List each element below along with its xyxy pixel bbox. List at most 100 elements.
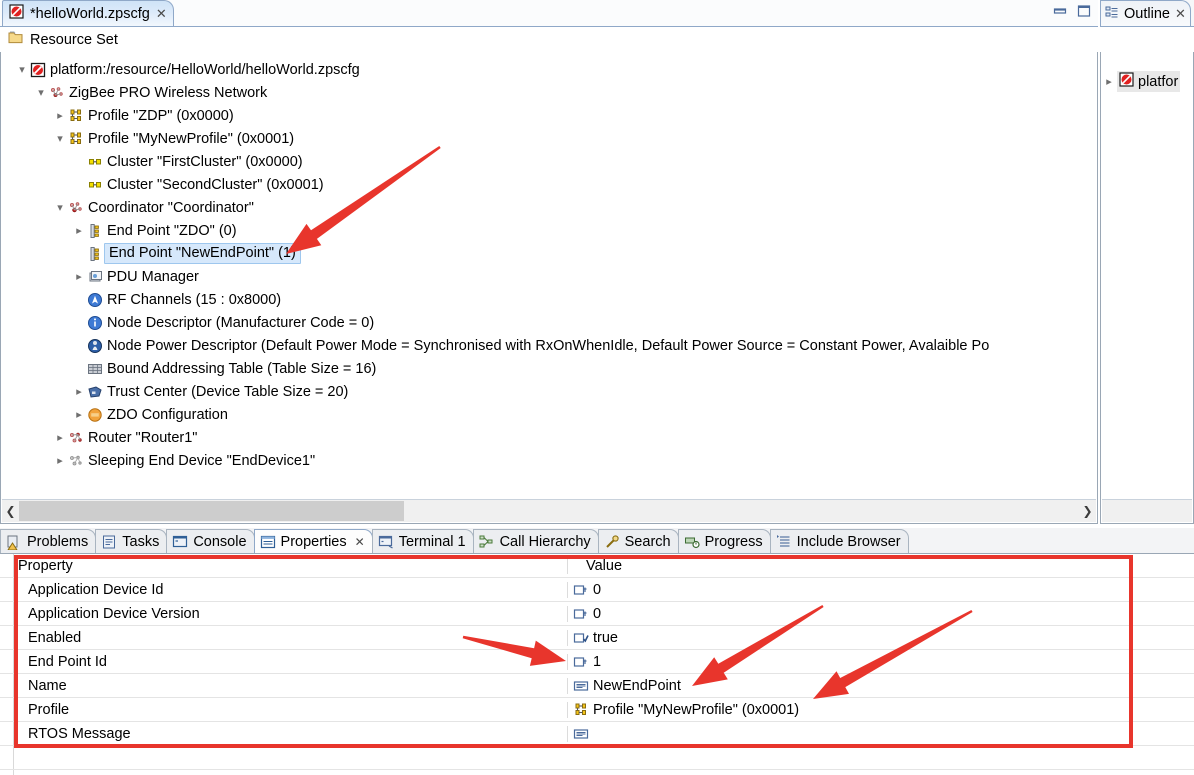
tree-item-label: platform:/resource/HelloWorld/helloWorld… [50,61,360,78]
properties-view: Property Value Application Device Id 0 Appli… [0,553,1194,775]
resource-set-icon [8,30,24,49]
property-value-cell[interactable]: 0 [568,606,1194,622]
problems-icon [6,534,22,550]
property-value-cell[interactable]: 0 [568,582,1194,598]
close-icon[interactable]: ✕ [1175,7,1186,20]
tree-horizontal-scrollbar[interactable]: ❮ ❯ [2,499,1096,522]
text-value-icon [573,726,589,742]
properties-table[interactable]: Property Value Application Device Id 0 Appli… [0,554,1194,775]
tree-item[interactable]: ▾ Coordinator "Coordinator" [1,196,1097,219]
model-tree[interactable]: ▾ platform:/resource/HelloWorld/helloWorl… [1,58,1097,497]
view-tab-problems[interactable]: Problems [0,529,97,553]
maximize-icon[interactable] [1076,4,1092,18]
progress-icon [684,534,700,550]
tree-item-label: Router "Router1" [88,429,198,446]
column-header-property[interactable]: Property [0,557,568,574]
chevron-down-icon[interactable]: ▾ [34,86,48,99]
view-tab-properties[interactable]: Properties ✕ [253,529,373,553]
column-header-value[interactable]: Value [568,558,1194,574]
call-hierarchy-icon [479,534,495,550]
tree-item[interactable]: Cluster "SecondCluster" (0x0001) [1,173,1097,196]
property-row[interactable]: RTOS Message [0,722,1194,746]
zdo-config-icon [86,407,104,423]
scrollbar-thumb[interactable] [19,501,404,521]
tree-item[interactable]: Cluster "FirstCluster" (0x0000) [1,150,1097,173]
property-row[interactable]: End Point Id 1 [0,650,1194,674]
close-icon[interactable]: ✕ [156,7,167,20]
tree-item-label: RF Channels (15 : 0x8000) [107,291,282,308]
tree-item[interactable]: ▾ platform:/resource/HelloWorld/helloWorl… [1,58,1097,81]
tree-item[interactable]: ▸ End Point "ZDO" (0) [1,219,1097,242]
tree-item[interactable]: RF Channels (15 : 0x8000) [1,288,1097,311]
tree-item-label: ZDO Configuration [107,406,228,423]
view-tab-call-hierarchy[interactable]: Call Hierarchy [472,529,599,553]
view-tab-label: Progress [704,533,763,550]
view-tab-label: Tasks [122,533,160,550]
property-value-text: NewEndPoint [593,677,681,694]
chevron-right-icon[interactable]: ▸ [53,454,67,467]
view-tab-console[interactable]: Console [166,529,255,553]
tree-item[interactable]: ▸ Trust Center (Device Table Size = 20) [1,380,1097,403]
outline-tree-row[interactable]: ▸ platfor [1101,70,1193,93]
view-tab-search[interactable]: Search [597,529,679,553]
tree-item-label: Node Descriptor (Manufacturer Code = 0) [107,314,375,331]
view-tab-include-browser[interactable]: Include Browser [769,529,909,553]
tree-item[interactable]: ▸ PDU Manager [1,265,1097,288]
bottom-view-tab-bar: Problems Tasks Console Properties ✕ Terminal … [0,528,1194,553]
tree-item[interactable]: ▾ ZigBee PRO Wireless Network [1,81,1097,104]
property-value-text: Profile "MyNewProfile" (0x0001) [593,701,800,718]
tree-item[interactable]: ▸ Sleeping End Device "EndDevice1" [1,449,1097,472]
chevron-right-icon[interactable]: ▸ [72,224,86,237]
chevron-down-icon[interactable]: ▾ [53,201,67,214]
outline-icon [1105,5,1119,23]
property-name-cell: Enabled [0,629,568,646]
endpoint-icon [86,223,104,239]
scroll-left-icon[interactable]: ❮ [2,501,19,521]
tree-item[interactable]: ▸ Router "Router1" [1,426,1097,449]
tree-item-label: Profile "ZDP" (0x0000) [88,107,234,124]
chevron-right-icon[interactable]: ▸ [1101,75,1117,88]
minimize-icon[interactable] [1052,4,1068,18]
view-tab-progress[interactable]: Progress [677,529,771,553]
view-tab-label: Terminal 1 [398,533,466,550]
editor-tab-helloworld[interactable]: *helloWorld.zpscfg ✕ [2,0,174,26]
property-row[interactable]: Application Device Id 0 [0,578,1194,602]
tab-outline[interactable]: Outline ✕ [1100,0,1191,26]
tree-item[interactable]: Node Power Descriptor (Default Power Mod… [1,334,1097,357]
view-tab-tasks[interactable]: Tasks [95,529,168,553]
chevron-right-icon[interactable]: ▸ [72,270,86,283]
editor-tab-label: *helloWorld.zpscfg [30,5,150,22]
close-icon[interactable]: ✕ [355,535,365,549]
outline-tab-label: Outline [1124,5,1170,22]
outline-horizontal-scrollbar[interactable] [1102,499,1192,522]
chevron-right-icon[interactable]: ▸ [72,385,86,398]
property-row[interactable]: Application Device Version 0 [0,602,1194,626]
tree-item[interactable]: ▾ Profile "MyNewProfile" (0x0001) [1,127,1097,150]
chevron-right-icon[interactable]: ▸ [72,408,86,421]
chevron-right-icon[interactable]: ▸ [53,431,67,444]
property-value-cell[interactable]: 1 [568,654,1194,670]
tree-item[interactable]: ▸ ZDO Configuration [1,403,1097,426]
property-value-cell[interactable]: NewEndPoint [568,678,1194,694]
tree-item[interactable]: ▸ Profile "ZDP" (0x0000) [1,104,1097,127]
properties-header-row: Property Value [0,554,1194,578]
include-browser-icon [776,534,792,550]
scrollbar-track[interactable] [19,501,1079,521]
chevron-down-icon[interactable]: ▾ [53,132,67,145]
outline-row-selected[interactable]: platfor [1117,71,1181,92]
tree-item[interactable]: End Point "NewEndPoint" (1) [1,242,1097,265]
tree-item[interactable]: Node Descriptor (Manufacturer Code = 0) [1,311,1097,334]
chevron-down-icon[interactable]: ▾ [15,63,29,76]
property-name-cell: Application Device Version [0,605,568,622]
property-row[interactable]: Profile Profile "MyNewProfile" (0x0001) [0,698,1194,722]
property-value-cell[interactable]: true [568,630,1194,646]
view-tab-terminal-1[interactable]: Terminal 1 [371,529,474,553]
tree-item-label: End Point "ZDO" (0) [107,222,237,239]
property-value-cell[interactable] [568,726,1194,742]
chevron-right-icon[interactable]: ▸ [53,109,67,122]
property-row[interactable]: Enabled true [0,626,1194,650]
scroll-right-icon[interactable]: ❯ [1079,501,1096,521]
tree-item[interactable]: Bound Addressing Table (Table Size = 16) [1,357,1097,380]
property-value-cell[interactable]: Profile "MyNewProfile" (0x0001) [568,702,1194,718]
property-row[interactable]: Name NewEndPoint [0,674,1194,698]
